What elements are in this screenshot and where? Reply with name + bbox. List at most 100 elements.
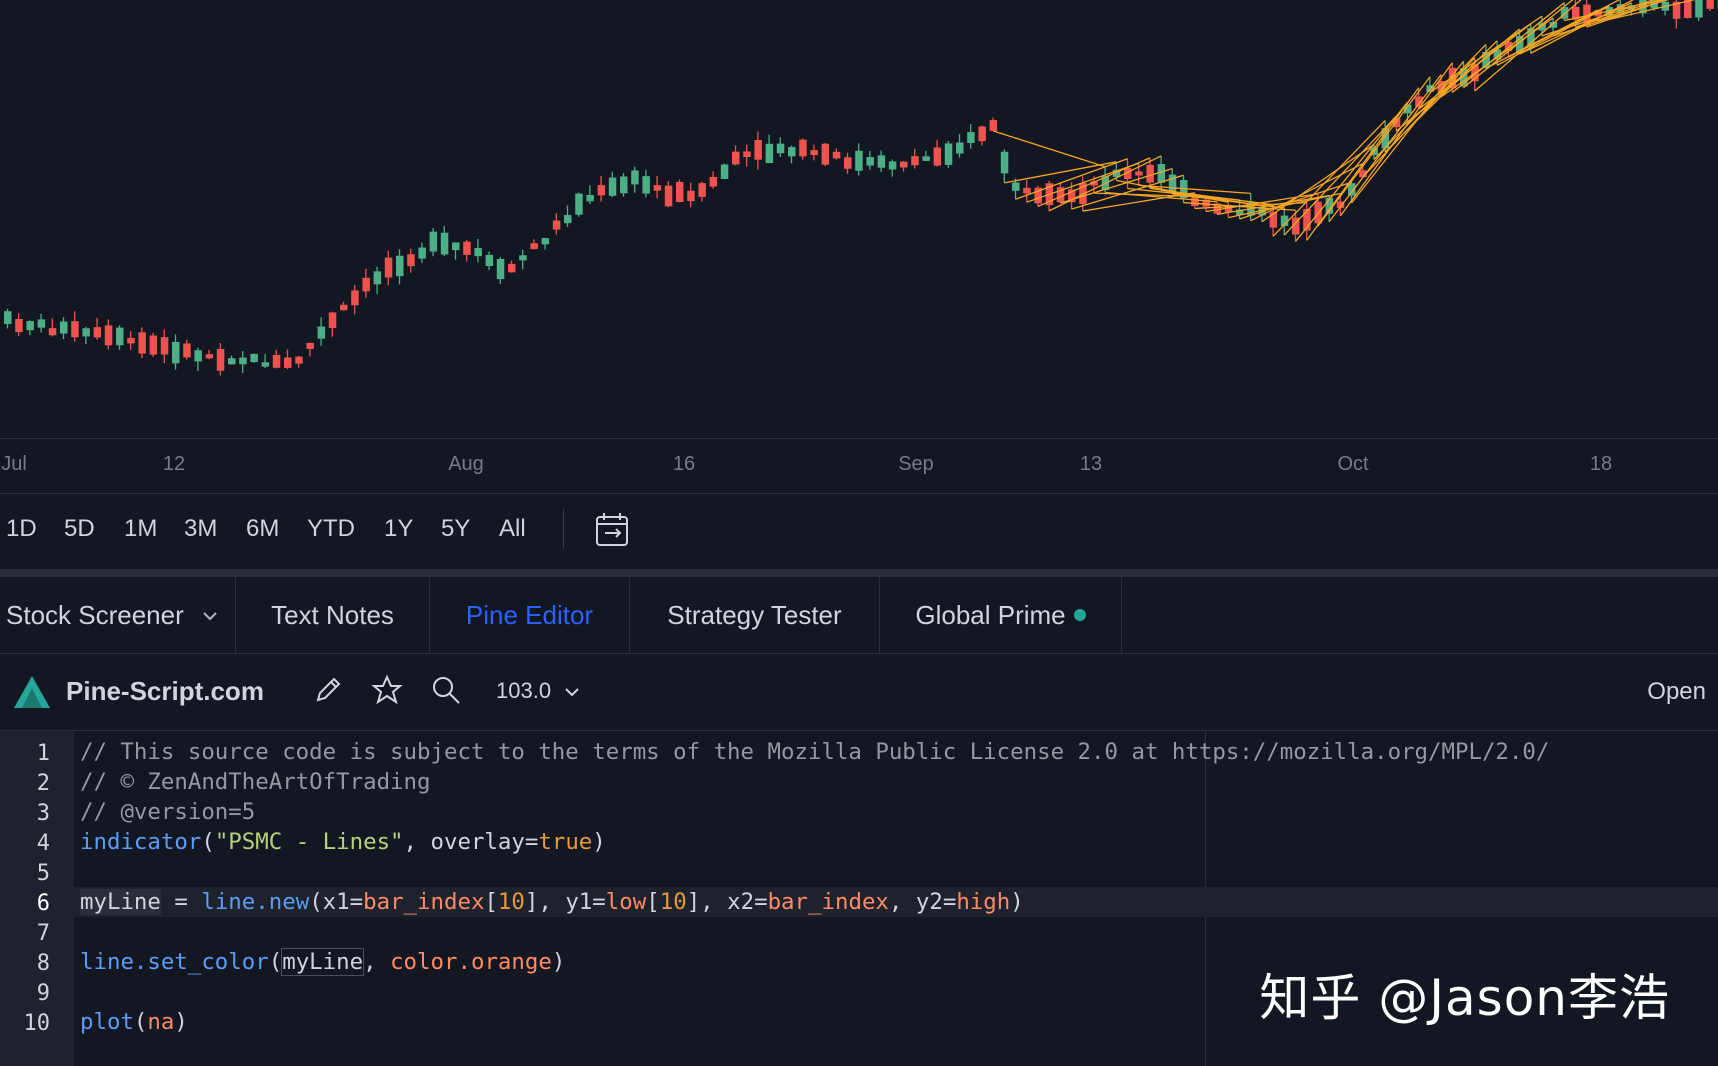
range-button-1d[interactable]: 1D — [6, 515, 37, 543]
code-token: , overlay= — [403, 829, 539, 855]
code-token: "PSMC - Lines" — [214, 829, 404, 855]
candle-body — [228, 358, 236, 365]
candle-body — [608, 177, 617, 196]
candle-body — [205, 354, 214, 359]
code-token: ) — [174, 1009, 188, 1035]
candle-body — [172, 341, 180, 364]
code-token: line.new — [201, 889, 310, 915]
code-line-4[interactable]: indicator("PSMC - Lines", overlay=true) — [80, 827, 606, 857]
code-token: , y2= — [888, 889, 957, 915]
range-button-1m[interactable]: 1M — [124, 515, 157, 543]
line-number: 5 — [36, 861, 50, 886]
range-button-5d[interactable]: 5D — [64, 515, 95, 543]
time-axis-label: 13 — [1079, 453, 1103, 475]
candle-body — [1695, 0, 1703, 18]
candle-body — [1684, 0, 1692, 18]
watermark: 知乎 @Jason李浩 — [1259, 969, 1670, 1027]
candlestick-chart[interactable] — [0, 0, 1718, 438]
range-button-ytd[interactable]: YTD — [307, 515, 355, 543]
candle-body — [295, 356, 303, 364]
drawn-line — [1362, 57, 1476, 178]
code-token: indicator — [80, 829, 202, 855]
code-line-6[interactable]: myLine = line.new(x1=bar_index[10], y1=l… — [80, 887, 1024, 917]
code-line-10[interactable]: plot(na) — [80, 1007, 188, 1037]
code-token: ], y1= — [524, 889, 606, 915]
code-token: bar_index — [363, 889, 485, 915]
line-number: 4 — [36, 831, 50, 856]
candle-body — [541, 238, 550, 245]
candle-body — [933, 147, 942, 166]
range-button-1y[interactable]: 1Y — [384, 515, 413, 543]
range-button-5y[interactable]: 5Y — [441, 515, 470, 543]
price-chart[interactable] — [0, 0, 1718, 440]
candle-body — [71, 321, 79, 338]
range-button-all[interactable]: All — [499, 515, 526, 543]
search-icon[interactable] — [430, 674, 462, 711]
candle-body — [463, 241, 471, 255]
code-line-8[interactable]: line.set_color(myLine, color.orange) — [80, 947, 565, 977]
candle-body — [194, 350, 202, 362]
version-select[interactable]: 103.0 — [496, 678, 581, 704]
candle-body — [754, 139, 762, 160]
candle-body — [104, 325, 113, 346]
drawn-line — [1317, 76, 1431, 227]
candle-body — [620, 176, 628, 194]
candle-body — [340, 304, 348, 311]
candle-body — [765, 143, 774, 164]
candle-body — [530, 243, 538, 250]
candle-body — [26, 321, 34, 331]
code-token: 10 — [659, 889, 687, 915]
code-token: , — [363, 949, 391, 975]
candle-body — [810, 150, 818, 156]
candle-body — [429, 231, 438, 252]
candle-body — [732, 151, 740, 165]
code-line-3[interactable]: // @version=5 — [80, 797, 255, 827]
code-token: myLine — [80, 889, 161, 915]
code-token: ) — [592, 829, 606, 855]
line-number: 9 — [36, 981, 50, 1006]
tab-label: Pine Editor — [465, 599, 594, 630]
candle-body — [709, 176, 718, 187]
candle-body — [48, 328, 57, 336]
go-to-date-icon[interactable] — [592, 511, 634, 551]
drawn-line — [1294, 101, 1409, 242]
candle-body — [978, 126, 986, 142]
bottom-panel-tabs: Stock Screener Text Notes Pine Editor St… — [0, 577, 1718, 654]
candle-body — [384, 257, 393, 278]
candle-body — [855, 150, 863, 171]
candle-body — [138, 332, 146, 354]
date-range-bar: 1D 5D 1M 3M 6M YTD 1Y 5Y All — [0, 493, 1718, 569]
tab-strategy-tester[interactable]: Strategy Tester — [630, 577, 880, 653]
code-line-2[interactable]: // © ZenAndTheArtOfTrading — [80, 767, 431, 797]
candle-body — [261, 362, 270, 367]
editor-toolbar: Pine-Script.com 103.0 Open — [0, 654, 1718, 731]
candle-body — [788, 147, 796, 157]
line-number: 8 — [36, 951, 50, 976]
candle-body — [631, 170, 639, 185]
drawn-line — [1350, 60, 1465, 204]
range-button-3m[interactable]: 3M — [184, 515, 217, 543]
star-icon[interactable] — [371, 674, 403, 711]
pencil-icon[interactable] — [312, 674, 344, 711]
candle-body — [866, 157, 874, 166]
script-name[interactable]: Pine-Script.com — [66, 676, 264, 707]
candle-body — [250, 353, 258, 363]
tab-global-prime[interactable]: Global Prime — [880, 577, 1122, 653]
panel-separator[interactable] — [0, 569, 1718, 577]
open-button[interactable]: Open — [1647, 678, 1706, 706]
line-number: 7 — [36, 921, 50, 946]
tab-pine-editor[interactable]: Pine Editor — [430, 577, 630, 653]
code-token: bar_index — [767, 889, 889, 915]
tab-label: Stock Screener — [6, 599, 184, 630]
code-token: [ — [646, 889, 660, 915]
range-button-6m[interactable]: 6M — [246, 515, 279, 543]
line-number: 1 — [36, 741, 50, 766]
candle-body — [396, 255, 404, 277]
tab-text-notes[interactable]: Text Notes — [236, 577, 430, 653]
line-number: 10 — [23, 1011, 51, 1036]
code-line-1[interactable]: // This source code is subject to the te… — [80, 737, 1549, 767]
candle-body — [508, 263, 516, 273]
chevron-down-icon[interactable] — [202, 605, 218, 626]
tab-stock-screener[interactable]: Stock Screener — [0, 577, 236, 653]
candle-body — [284, 357, 292, 368]
